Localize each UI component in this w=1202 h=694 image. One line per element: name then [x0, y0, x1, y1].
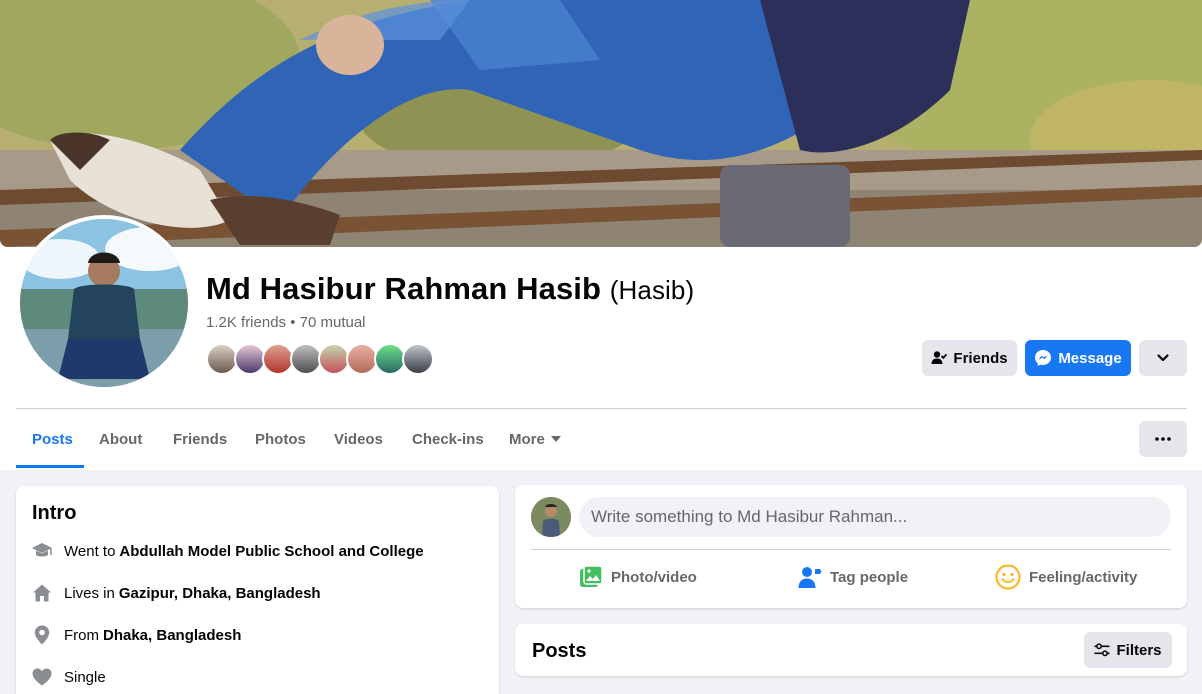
profile-name: Md Hasibur Rahman Hasib (Hasib): [206, 271, 694, 307]
tab-label: About: [99, 430, 143, 448]
intro-from: From Dhaka, Bangladesh: [30, 623, 241, 647]
friends-count-link[interactable]: 1.2K friends • 70 mutual: [206, 314, 366, 331]
tag-people-icon: [798, 567, 822, 588]
intro-relationship-status: Single: [64, 668, 106, 686]
posts-header-card: Posts Filters: [515, 624, 1187, 676]
tab-videos[interactable]: Videos: [334, 410, 383, 468]
friends-button-label: Friends: [953, 349, 1008, 367]
smiley-icon: [995, 564, 1021, 590]
tab-posts[interactable]: Posts: [32, 410, 73, 468]
location-pin-icon: [30, 623, 54, 647]
tab-check-ins[interactable]: Check-ins: [412, 410, 484, 468]
intro-education-value[interactable]: Abdullah Model Public School and College: [119, 543, 423, 560]
caret-down-icon: [550, 436, 561, 442]
tab-friends[interactable]: Friends: [173, 410, 227, 468]
friend-avatar[interactable]: [402, 343, 434, 375]
composer-input[interactable]: Write something to Md Hasibur Rahman...: [579, 497, 1171, 537]
profile-full-name: Md Hasibur Rahman Hasib: [206, 271, 602, 306]
intro-lives-in: Lives in Gazipur, Dhaka, Bangladesh: [30, 581, 321, 605]
chevron-down-icon: [1157, 354, 1169, 362]
tab-about[interactable]: About: [99, 410, 142, 468]
photo-video-label: Photo/video: [611, 568, 697, 586]
intro-lives-in-value[interactable]: Gazipur, Dhaka, Bangladesh: [119, 585, 321, 602]
intro-education: Went to Abdullah Model Public School and…: [30, 539, 424, 563]
tab-label: Friends: [173, 430, 228, 448]
intro-card: Intro Went to Abdullah Model Public Scho…: [16, 486, 499, 694]
posts-title: Posts: [532, 640, 587, 662]
home-icon: [30, 581, 54, 605]
intro-title: Intro: [32, 502, 77, 524]
tab-label: Photos: [255, 430, 306, 448]
intro-from-prefix: From: [64, 626, 99, 644]
composer-divider: [531, 549, 1171, 550]
graduation-cap-icon: [30, 539, 54, 563]
cover-photo[interactable]: [0, 0, 1202, 247]
photo-icon: [580, 565, 603, 587]
more-options-button[interactable]: [1139, 421, 1187, 457]
message-button-label: Message: [1058, 349, 1122, 367]
header-divider: [16, 408, 1187, 409]
friend-check-icon: [931, 351, 948, 364]
intro-from-value[interactable]: Dhaka, Bangladesh: [103, 627, 241, 644]
intro-education-prefix: Went to: [64, 542, 116, 560]
profile-header: Md Hasibur Rahman Hasib (Hasib) 1.2K fri…: [0, 0, 1202, 470]
intro-relationship: Single: [30, 665, 106, 689]
feeling-activity-label: Feeling/activity: [1029, 568, 1138, 586]
profile-options-dropdown-button[interactable]: [1139, 340, 1187, 376]
feeling-activity-button[interactable]: Feeling/activity: [995, 563, 1137, 591]
tab-label: Check-ins: [412, 430, 484, 448]
ellipsis-icon: [1155, 437, 1171, 441]
messenger-icon: [1035, 350, 1052, 366]
message-button[interactable]: Message: [1025, 340, 1131, 376]
heart-icon: [30, 665, 54, 689]
tag-people-button[interactable]: Tag people: [798, 563, 908, 591]
tab-label: Posts: [32, 430, 73, 448]
photo-video-button[interactable]: Photo/video: [579, 563, 697, 591]
active-tab-indicator: [16, 465, 84, 468]
tab-photos[interactable]: Photos: [255, 410, 306, 468]
filter-sliders-icon: [1094, 643, 1110, 657]
friends-button[interactable]: Friends: [922, 340, 1017, 376]
tab-more[interactable]: More: [509, 410, 561, 468]
tab-label: Videos: [334, 430, 383, 448]
composer-avatar[interactable]: [531, 497, 571, 537]
profile-picture: [20, 219, 188, 387]
filters-label: Filters: [1116, 641, 1162, 659]
intro-lives-in-prefix: Lives in: [64, 584, 115, 602]
profile-picture-frame[interactable]: [16, 215, 192, 391]
filters-button[interactable]: Filters: [1084, 632, 1172, 668]
post-composer-card: Write something to Md Hasibur Rahman... …: [515, 485, 1187, 608]
tag-people-label: Tag people: [830, 568, 909, 586]
profile-nickname: (Hasib): [609, 275, 695, 305]
tab-label: More: [509, 430, 545, 448]
